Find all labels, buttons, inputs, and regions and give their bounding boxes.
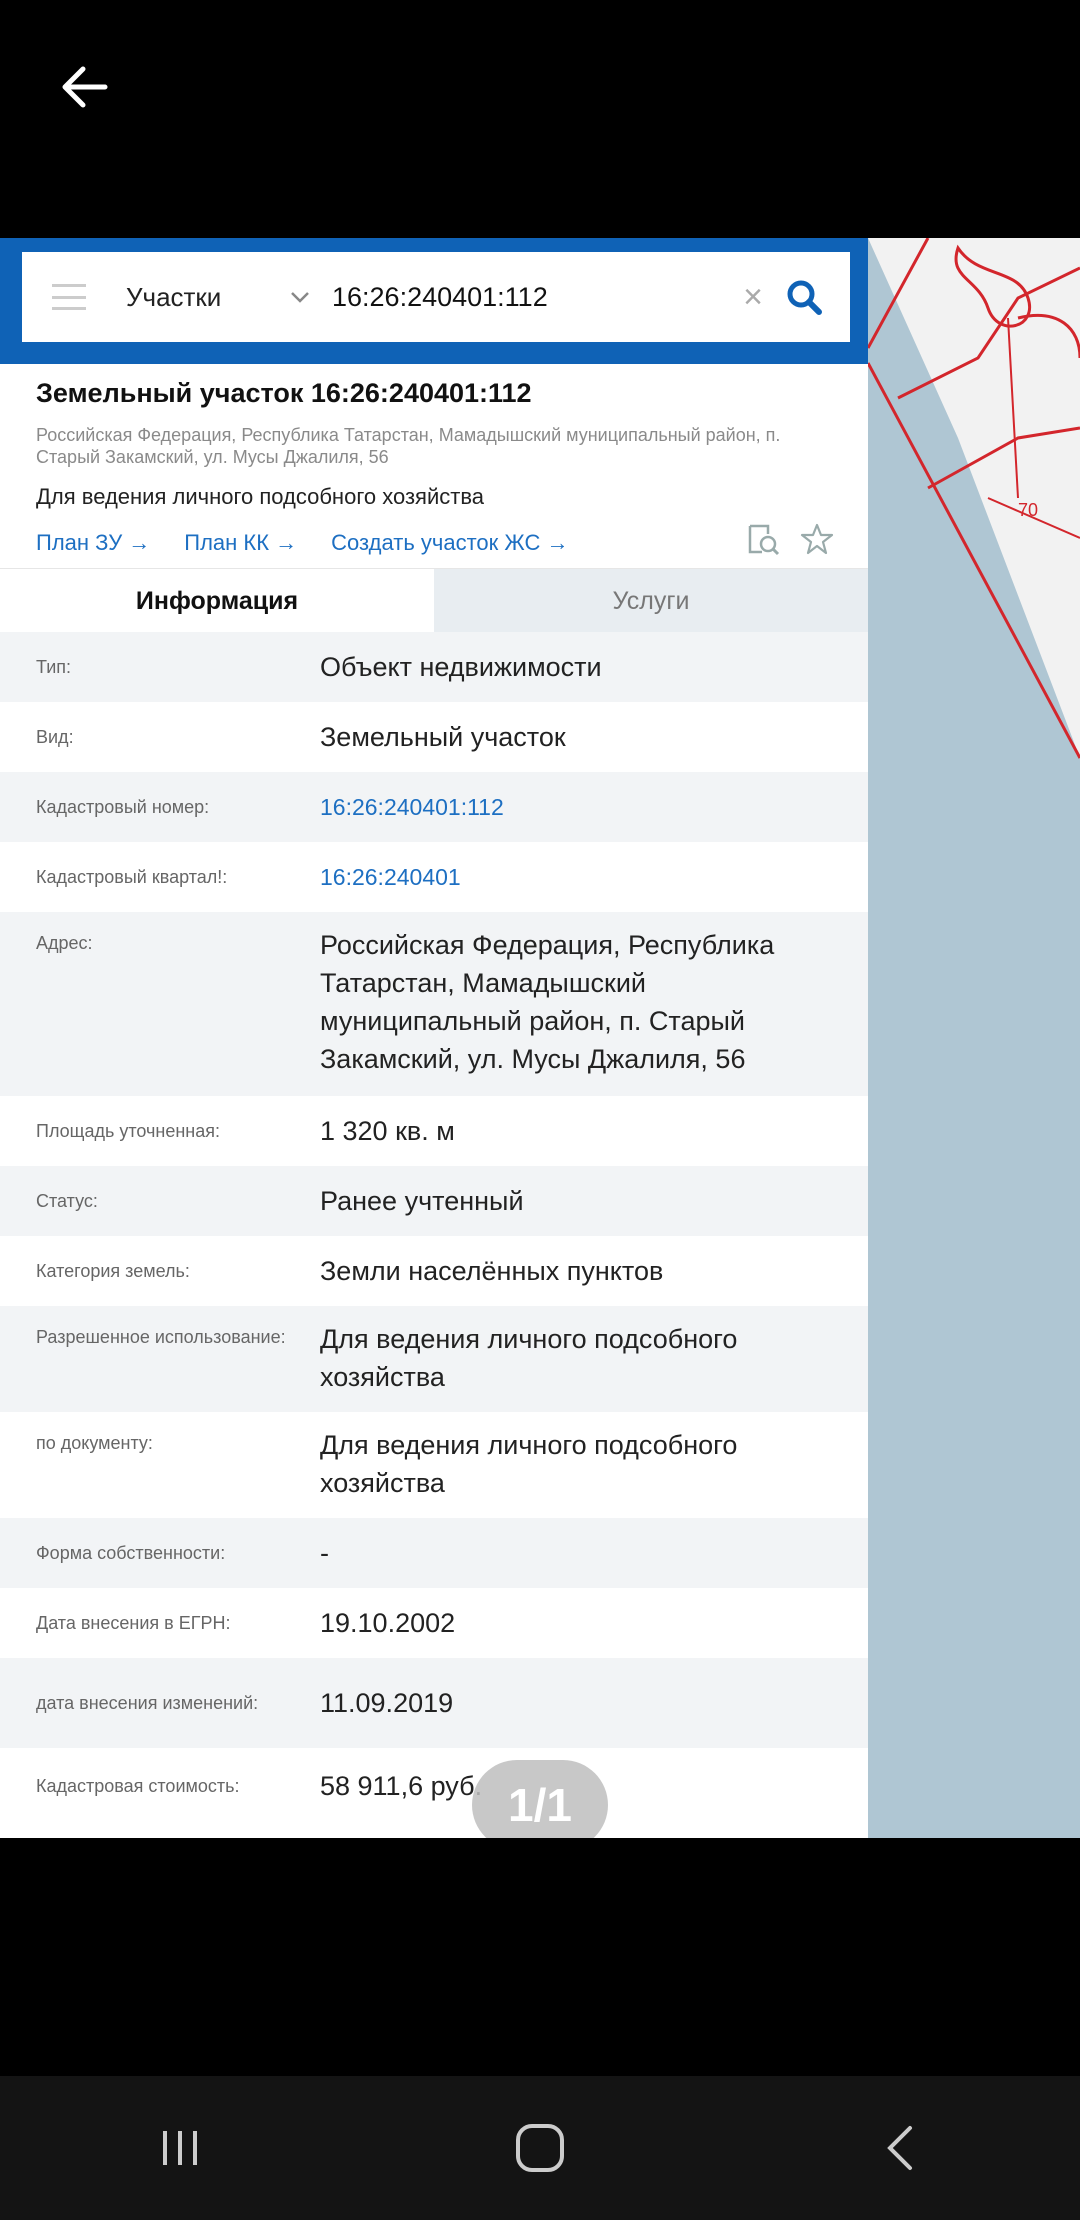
table-row: Кадастровая стоимость: 58 911,6 руб. bbox=[0, 1748, 868, 1824]
tab-information[interactable]: Информация bbox=[0, 569, 434, 633]
row-label: по документу: bbox=[36, 1433, 153, 1453]
search-icon[interactable] bbox=[784, 277, 824, 317]
row-value: Земельный участок bbox=[320, 722, 566, 752]
create-zhs-link[interactable]: Создать участок ЖС → bbox=[331, 530, 568, 556]
star-icon[interactable] bbox=[800, 522, 834, 556]
row-value: 19.10.2002 bbox=[320, 1608, 456, 1638]
back-nav-button[interactable] bbox=[850, 2098, 950, 2198]
system-nav-bar bbox=[0, 2076, 1080, 2220]
row-label: Статус: bbox=[36, 1190, 98, 1211]
map-parcels: 70 bbox=[868, 238, 1080, 759]
table-row: дата внесения изменений: 11.09.2019 bbox=[0, 1658, 868, 1748]
table-row: Тип: Объект недвижимости bbox=[0, 632, 868, 702]
tab-services[interactable]: Услуги bbox=[434, 569, 868, 633]
object-address: Российская Федерация, Республика Татарст… bbox=[36, 425, 781, 467]
row-label: Площадь уточненная: bbox=[36, 1120, 220, 1141]
action-icons bbox=[746, 522, 834, 556]
tab-bar: Информация Услуги bbox=[0, 568, 868, 633]
row-label: Форма собственности: bbox=[36, 1542, 226, 1563]
table-row: Адрес: Российская Федерация, Республика … bbox=[0, 912, 868, 1096]
preview-search-icon[interactable] bbox=[746, 522, 780, 556]
row-label: Разрешенное использование: bbox=[36, 1327, 286, 1347]
row-value: - bbox=[320, 1538, 329, 1568]
arrow-left-icon bbox=[62, 66, 108, 108]
search-box: Участки 16:26:240401:112 × bbox=[22, 252, 850, 342]
table-row: Статус: Ранее учтенный bbox=[0, 1166, 868, 1236]
plan-kk-link[interactable]: План КК → bbox=[184, 530, 297, 556]
row-label: Тип: bbox=[36, 656, 72, 677]
table-row: Кадастровый квартал!: 16:26:240401 bbox=[0, 842, 868, 912]
recent-apps-button[interactable] bbox=[130, 2098, 230, 2198]
row-label: Кадастровый номер: bbox=[36, 796, 210, 817]
table-row: Площадь уточненная: 1 320 кв. м bbox=[0, 1096, 868, 1166]
recent-apps-icon bbox=[163, 2131, 197, 2165]
search-input[interactable]: 16:26:240401:112 bbox=[332, 282, 738, 313]
row-label: Кадастровая стоимость: bbox=[36, 1775, 240, 1796]
plan-zu-link[interactable]: План ЗУ → bbox=[36, 530, 150, 556]
row-label: Вид: bbox=[36, 726, 74, 747]
table-row: Форма собственности: - bbox=[0, 1518, 868, 1588]
clear-icon[interactable]: × bbox=[738, 280, 768, 314]
row-value: 11.09.2019 bbox=[320, 1688, 454, 1718]
row-label: дата внесения изменений: bbox=[36, 1692, 259, 1713]
table-row: Кадастровый номер: 16:26:240401:112 bbox=[0, 772, 868, 842]
table-row: Категория земель: Земли населённых пункт… bbox=[0, 1236, 868, 1306]
row-value: Для ведения личного подсобного хозяйства bbox=[320, 1430, 738, 1498]
row-label: Адрес: bbox=[36, 933, 93, 953]
row-value: Объект недвижимости bbox=[320, 652, 602, 682]
row-value: 1 320 кв. м bbox=[320, 1116, 455, 1146]
object-title: Земельный участок 16:26:240401:112 bbox=[36, 378, 532, 408]
menu-icon[interactable] bbox=[52, 284, 86, 310]
row-value: Для ведения личного подсобного хозяйства bbox=[320, 1324, 738, 1392]
table-row: Вид: Земельный участок bbox=[0, 702, 868, 772]
row-label: Кадастровый квартал!: bbox=[36, 866, 228, 887]
chevron-left-icon bbox=[887, 2126, 912, 2170]
object-type-select[interactable]: Участки bbox=[126, 282, 276, 313]
parcel-number-label: 70 bbox=[1018, 500, 1038, 520]
object-purpose: Для ведения личного подсобного хозяйства bbox=[36, 484, 484, 509]
row-label: Категория земель: bbox=[36, 1260, 190, 1281]
back-arrow-button[interactable] bbox=[50, 52, 120, 122]
screenshot-image: Участки 16:26:240401:112 × Земельный уча… bbox=[0, 238, 1080, 1838]
row-label: Дата внесения в ЕГРН: bbox=[36, 1612, 231, 1633]
info-panel: Участки 16:26:240401:112 × Земельный уча… bbox=[0, 238, 868, 1838]
table-row: Дата внесения в ЕГРН: 19.10.2002 bbox=[0, 1588, 868, 1658]
table-row: по документу: Для ведения личного подсоб… bbox=[0, 1412, 868, 1518]
action-links: План ЗУ → План КК → Создать участок ЖС → bbox=[36, 530, 568, 556]
table-row: Разрешенное использование: Для ведения л… bbox=[0, 1306, 868, 1412]
row-value: Ранее учтенный bbox=[320, 1186, 524, 1216]
viewer-top-bar bbox=[0, 0, 1080, 238]
map-view[interactable]: 70 bbox=[868, 238, 1080, 1838]
row-value: Земли населённых пунктов bbox=[320, 1256, 664, 1286]
page-indicator: 1/1 bbox=[472, 1760, 608, 1838]
home-button[interactable] bbox=[490, 2098, 590, 2198]
property-table: Тип: Объект недвижимости Вид: Земельный … bbox=[0, 632, 868, 1824]
cadastral-quarter-link[interactable]: 16:26:240401 bbox=[320, 858, 832, 896]
search-bar: Участки 16:26:240401:112 × bbox=[0, 238, 868, 364]
chevron-down-icon[interactable] bbox=[286, 283, 314, 311]
row-value: Российская Федерация, Республика Татарст… bbox=[320, 930, 775, 1074]
cadastral-number-link[interactable]: 16:26:240401:112 bbox=[320, 788, 832, 826]
home-icon bbox=[516, 2124, 564, 2172]
